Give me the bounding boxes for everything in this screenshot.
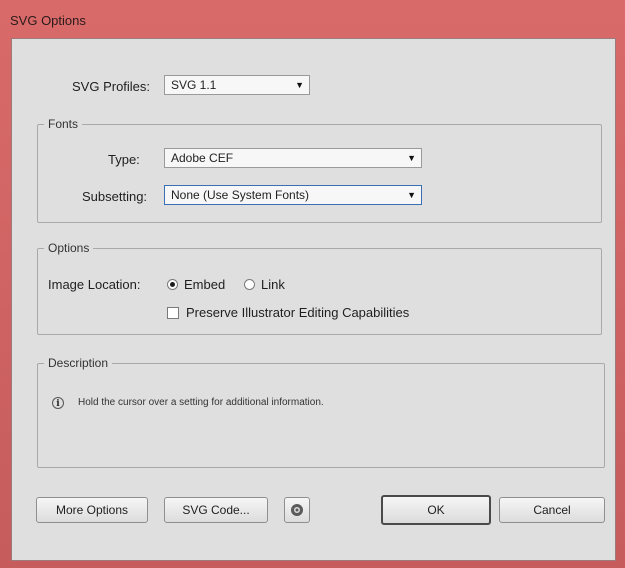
preserve-editing-label[interactable]: Preserve Illustrator Editing Capabilitie… <box>186 305 409 320</box>
embed-radio[interactable] <box>167 279 178 290</box>
svg-options-dialog: SVG Options SVG Profiles: SVG 1.1 ▼ Font… <box>0 0 625 568</box>
globe-icon <box>291 504 303 516</box>
fonts-group-label: Fonts <box>48 117 79 131</box>
chevron-down-icon: ▼ <box>407 190 416 200</box>
subsetting-value: None (Use System Fonts) <box>171 188 310 202</box>
info-icon: i <box>52 397 64 409</box>
cancel-button[interactable]: Cancel <box>499 497 605 523</box>
preserve-editing-checkbox[interactable] <box>167 307 179 319</box>
embed-label[interactable]: Embed <box>184 277 225 292</box>
font-type-value: Adobe CEF <box>171 151 234 165</box>
chevron-down-icon: ▼ <box>295 80 304 90</box>
svg-profiles-label: SVG Profiles: <box>72 79 151 94</box>
description-group-label: Description <box>48 356 109 370</box>
link-label[interactable]: Link <box>261 277 285 292</box>
image-location-label: Image Location: <box>48 277 141 292</box>
options-group-label: Options <box>48 241 90 255</box>
font-type-dropdown[interactable]: Adobe CEF ▼ <box>164 148 422 168</box>
svg-code-button[interactable]: SVG Code... <box>164 497 268 523</box>
svg-profiles-dropdown[interactable]: SVG 1.1 ▼ <box>164 75 310 95</box>
type-label: Type: <box>108 152 140 167</box>
link-radio[interactable] <box>244 279 255 290</box>
web-button[interactable] <box>284 497 310 523</box>
subsetting-label: Subsetting: <box>82 189 148 204</box>
fonts-group: Fonts <box>37 117 602 223</box>
description-group: Description <box>37 356 605 468</box>
chevron-down-icon: ▼ <box>407 153 416 163</box>
dialog-title: SVG Options <box>10 13 86 28</box>
more-options-button[interactable]: More Options <box>36 497 148 523</box>
ok-button[interactable]: OK <box>381 495 491 525</box>
description-text: Hold the cursor over a setting for addit… <box>78 397 324 408</box>
dialog-body: SVG Profiles: SVG 1.1 ▼ Fonts Type: Adob… <box>11 38 616 561</box>
subsetting-dropdown[interactable]: None (Use System Fonts) ▼ <box>164 185 422 205</box>
svg-profiles-value: SVG 1.1 <box>171 78 217 92</box>
